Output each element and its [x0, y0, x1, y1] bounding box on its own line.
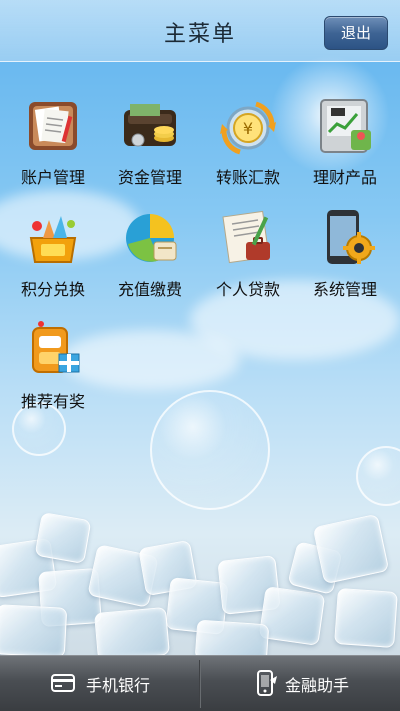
menu-item-label: 推荐有奖 — [20, 392, 85, 411]
menu-item-label: 账户管理 — [20, 168, 85, 187]
bubble — [150, 390, 270, 510]
svg-text:¥: ¥ — [243, 119, 253, 138]
account-management-icon — [29, 102, 77, 150]
personal-loan-icon — [222, 210, 270, 264]
tab-mobile-banking[interactable]: 手机银行 — [0, 656, 200, 711]
menu-item-account-management[interactable]: 账户管理 — [8, 96, 98, 196]
bubble — [356, 446, 400, 506]
system-settings-icon — [327, 210, 375, 264]
top-bar: 主菜单 退出 — [0, 0, 400, 62]
menu-item-recharge-payment[interactable]: 充值缴费 — [105, 208, 195, 308]
referral-reward-icon — [32, 321, 80, 373]
menu-item-fund-management[interactable]: 资金管理 — [105, 96, 195, 196]
menu-item-label: 系统管理 — [312, 280, 377, 299]
ice-cubes-decoration — [0, 510, 400, 655]
wealth-products-icon — [320, 99, 371, 153]
menu-item-wealth-products[interactable]: 理财产品 — [300, 96, 390, 196]
tab-finance-assistant[interactable]: 金融助手 — [201, 656, 400, 711]
menu-item-points-exchange[interactable]: 积分兑换 — [8, 208, 98, 308]
tab-label: 手机银行 — [86, 676, 151, 695]
bank-card-icon — [51, 674, 75, 692]
menu-item-label: 资金管理 — [117, 168, 182, 187]
finance-assistant-icon — [257, 670, 277, 696]
menu-item-transfer[interactable]: ¥ 转账汇款 — [203, 96, 293, 196]
recharge-payment-icon — [126, 214, 177, 262]
menu-item-label: 充值缴费 — [117, 280, 182, 299]
menu-item-personal-loan[interactable]: 个人贷款 — [203, 208, 293, 308]
menu-item-referral-reward[interactable]: 推荐有奖 — [8, 320, 98, 420]
fund-management-icon — [124, 104, 176, 147]
menu-item-label: 积分兑换 — [20, 280, 85, 299]
points-exchange-icon — [29, 216, 77, 263]
logout-button[interactable]: 退出 — [324, 16, 388, 50]
menu-item-system-settings[interactable]: 系统管理 — [300, 208, 390, 308]
transfer-icon: ¥ — [220, 101, 276, 155]
menu-item-label: 个人贷款 — [215, 280, 280, 299]
bottom-tab-bar: 手机银行 金融助手 — [0, 655, 400, 711]
menu-item-label: 转账汇款 — [215, 168, 280, 187]
menu-item-label: 理财产品 — [312, 168, 377, 187]
tab-label: 金融助手 — [285, 676, 350, 695]
